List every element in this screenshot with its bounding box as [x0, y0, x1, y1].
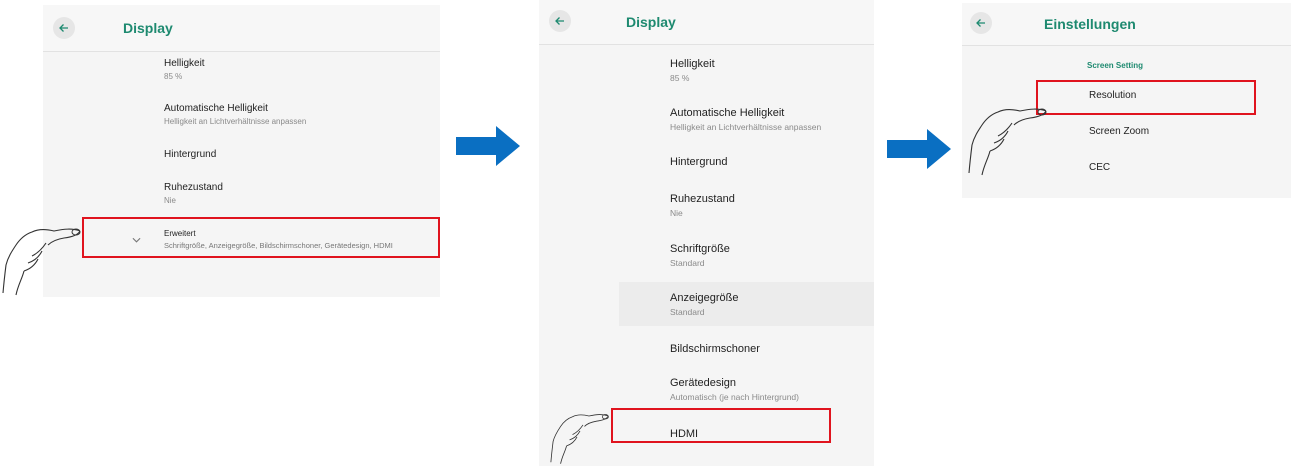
setting-title: Helligkeit: [670, 58, 715, 70]
setting-helligkeit[interactable]: Helligkeit 85 %: [164, 58, 205, 81]
setting-ruhezustand[interactable]: Ruhezustand Nie: [670, 193, 735, 218]
arrow-left-icon: [976, 19, 985, 27]
arrow-right-icon: [456, 126, 520, 166]
setting-title: Automatische Helligkeit: [164, 103, 268, 114]
setting-title: Schriftgröße: [670, 243, 730, 255]
setting-title: Ruhezustand: [670, 193, 735, 205]
setting-title: Ruhezustand: [164, 182, 223, 193]
setting-subtitle: 85 %: [164, 72, 183, 81]
setting-cec[interactable]: CEC: [1089, 162, 1110, 173]
setting-schriftgroesse[interactable]: Schriftgröße Standard: [670, 243, 730, 268]
arrow-left-icon: [555, 17, 564, 25]
display-panel-2: Display Helligkeit 85 % Automatische Hel…: [539, 0, 874, 466]
setting-ruhezustand[interactable]: Ruhezustand Nie: [164, 182, 223, 205]
app-bar: Display: [539, 0, 874, 45]
page-title: Display: [626, 14, 676, 30]
setting-hintergrund[interactable]: Hintergrund: [164, 149, 216, 160]
setting-screen-zoom[interactable]: Screen Zoom: [1089, 126, 1149, 137]
page-title: Einstellungen: [1044, 16, 1136, 32]
setting-automatische-helligkeit[interactable]: Automatische Helligkeit Helligkeit an Li…: [164, 103, 306, 126]
row-highlight: [619, 282, 874, 326]
setting-subtitle: Standard: [670, 307, 705, 317]
setting-geraetedesign[interactable]: Gerätedesign Automatisch (je nach Hinter…: [670, 377, 799, 402]
setting-title: Anzeigegröße: [670, 292, 739, 304]
setting-title: Hintergrund: [164, 149, 217, 160]
section-header: Screen Setting: [1087, 61, 1144, 70]
setting-hintergrund[interactable]: Hintergrund: [670, 156, 727, 168]
setting-subtitle: Automatisch (je nach Hintergrund): [670, 392, 799, 402]
setting-helligkeit[interactable]: Helligkeit 85 %: [670, 58, 715, 83]
app-bar: Display: [43, 5, 440, 52]
arrow-left-icon: [59, 24, 68, 32]
setting-title: CEC: [1089, 162, 1111, 173]
back-button[interactable]: [53, 17, 75, 39]
arrow-right-icon: [887, 129, 951, 169]
setting-anzeigegroesse[interactable]: Anzeigegröße Standard: [670, 292, 739, 317]
setting-title: Automatische Helligkeit: [670, 107, 785, 119]
back-button[interactable]: [549, 10, 571, 32]
setting-subtitle: Nie: [164, 196, 177, 205]
setting-subtitle: Nie: [670, 208, 683, 218]
setting-title: Screen Zoom: [1089, 126, 1150, 137]
pointing-hand-icon: [550, 414, 609, 464]
pointing-hand-icon: [2, 228, 81, 296]
app-bar: Einstellungen: [962, 3, 1291, 46]
back-button[interactable]: [970, 12, 992, 34]
setting-subtitle: 85 %: [670, 73, 690, 83]
setting-title: Bildschirmschoner: [670, 343, 760, 355]
setting-subtitle: Standard: [670, 258, 705, 268]
setting-title: Helligkeit: [164, 58, 205, 69]
setting-automatische-helligkeit[interactable]: Automatische Helligkeit Helligkeit an Li…: [670, 107, 821, 132]
highlight-box: [611, 408, 831, 443]
setting-subtitle: Helligkeit an Lichtverhältnisse anpassen: [670, 122, 822, 132]
highlight-box: [1036, 80, 1256, 115]
setting-subtitle: Helligkeit an Lichtverhältnisse anpassen: [164, 117, 307, 126]
setting-bildschirmschoner[interactable]: Bildschirmschoner: [670, 343, 760, 355]
setting-title: Gerätedesign: [670, 377, 737, 389]
setting-title: Hintergrund: [670, 156, 728, 168]
highlight-box: [82, 217, 440, 258]
page-title: Display: [123, 20, 173, 36]
pointing-hand-icon: [968, 108, 1047, 176]
